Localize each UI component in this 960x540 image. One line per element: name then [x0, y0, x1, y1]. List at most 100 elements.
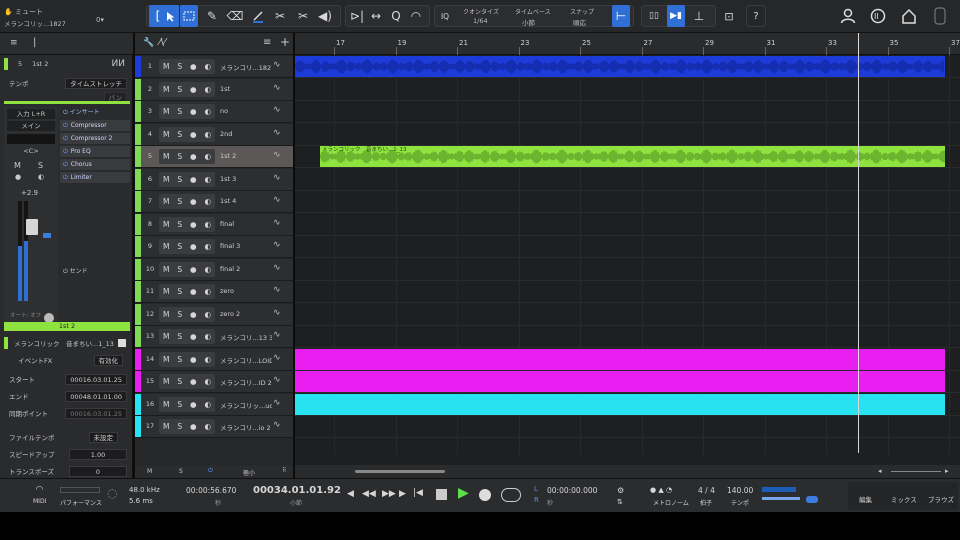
- iq-button[interactable]: IQ: [437, 5, 453, 27]
- track-name[interactable]: final 2: [220, 265, 272, 273]
- track-name[interactable]: メランコリッ...udio: [220, 400, 272, 410]
- sample-rate[interactable]: 48.0 kHz: [129, 486, 160, 494]
- speaker-tool-icon[interactable]: ◀): [316, 5, 334, 27]
- track-monitor-button[interactable]: ◐: [204, 355, 211, 364]
- loop-icon[interactable]: [501, 488, 521, 502]
- track-name[interactable]: 1st 4: [220, 197, 272, 205]
- track-record-button[interactable]: ●: [190, 62, 197, 71]
- listen-tool-icon[interactable]: ◠: [407, 5, 425, 27]
- grid-settings-icon[interactable]: ⊡: [720, 5, 738, 27]
- track-record-button[interactable]: ●: [190, 265, 197, 274]
- user-icon[interactable]: [838, 5, 858, 27]
- track-monitor-button[interactable]: ◐: [204, 62, 211, 71]
- bend-tool-icon[interactable]: ⊳|: [348, 5, 366, 27]
- track-row[interactable]: 3 M S ● ◐ no ∿: [135, 101, 293, 123]
- power-icon[interactable]: ⏻: [63, 109, 68, 116]
- track-lane[interactable]: [295, 124, 960, 146]
- track-solo-button[interactable]: S: [177, 332, 182, 341]
- quantize-value[interactable]: 1/64: [473, 17, 488, 25]
- range-tool-icon[interactable]: [180, 5, 198, 27]
- autoscroll-icon[interactable]: ▶▮: [667, 5, 685, 27]
- home-icon[interactable]: [899, 5, 919, 27]
- track-name[interactable]: メランコリ...io 2: [220, 422, 272, 432]
- track-solo-button[interactable]: S: [177, 85, 182, 94]
- track-row[interactable]: 2 M S ● ◐ 1st ∿: [135, 78, 293, 101]
- record-icon[interactable]: [479, 489, 491, 501]
- tab-edit[interactable]: 編集: [859, 494, 872, 504]
- track-monitor-button[interactable]: ◐: [204, 400, 211, 409]
- paint-tool-icon[interactable]: [249, 5, 267, 27]
- track-solo-button[interactable]: S: [177, 107, 182, 116]
- time-signature[interactable]: 4 / 4: [698, 486, 715, 495]
- eraser-tool-icon[interactable]: ⌫: [226, 5, 244, 27]
- plugin-slot-5[interactable]: ⏻ Limiter: [60, 172, 130, 184]
- snap-toggle-icon[interactable]: ⊢: [612, 5, 630, 27]
- event-fx-toggle[interactable]: 有効化: [93, 354, 123, 366]
- track-record-button[interactable]: ●: [190, 422, 197, 431]
- track-monitor-button[interactable]: ◐: [204, 220, 211, 229]
- track-mute-button[interactable]: M: [163, 332, 169, 341]
- track-record-button[interactable]: ●: [190, 332, 197, 341]
- track-name[interactable]: メランコリ...ID 2: [220, 377, 272, 387]
- track-name[interactable]: final: [220, 220, 272, 228]
- track-solo-button[interactable]: S: [177, 220, 182, 229]
- track-lane[interactable]: [295, 236, 960, 258]
- track-name[interactable]: メランコリ...13 3: [220, 332, 272, 342]
- arrow-tool-icon[interactable]: [161, 5, 179, 27]
- automation-icon[interactable]: ⁄\⁄: [159, 37, 166, 48]
- playhead-follow-icon[interactable]: ⊥: [690, 5, 708, 27]
- track-monitor-button[interactable]: ◐: [204, 130, 211, 139]
- power-icon[interactable]: ⏻: [63, 122, 68, 130]
- power-icon[interactable]: ⏻: [63, 161, 68, 169]
- mute-tool-icon[interactable]: ✂: [271, 5, 289, 27]
- plugin-manager-icon[interactable]: II: [868, 5, 888, 27]
- help-button[interactable]: ?: [746, 5, 766, 27]
- loop-start-time[interactable]: 00:00:00.000: [547, 486, 597, 495]
- playhead-cursor[interactable]: [858, 33, 859, 453]
- footer-mute-all[interactable]: M: [147, 468, 152, 475]
- track-height-select[interactable]: 極小: [243, 468, 255, 477]
- inspector-track-name[interactable]: 1st 2: [32, 60, 48, 68]
- track-mute-button[interactable]: M: [163, 422, 169, 431]
- speedup-field[interactable]: 1.00: [69, 448, 127, 460]
- track-record-button[interactable]: ●: [190, 107, 197, 116]
- power-icon[interactable]: ⏻: [63, 174, 68, 182]
- audio-clip-track5[interactable]: メランコリック 音まちい...1_13: [320, 146, 945, 167]
- track-row[interactable]: 1 M S ● ◐ メランコリ...1827 ∿: [135, 56, 293, 78]
- track-monitor-button[interactable]: ◐: [204, 422, 211, 431]
- track-mute-button[interactable]: M: [163, 152, 169, 161]
- track-record-button[interactable]: ●: [190, 175, 197, 184]
- track-name[interactable]: zero: [220, 287, 272, 295]
- plugin-slot-4[interactable]: ⏻ Chorus: [60, 159, 130, 171]
- track-record-button[interactable]: ●: [190, 242, 197, 251]
- sync-field[interactable]: 00016.03.01.25: [65, 407, 127, 419]
- clip-track14[interactable]: [295, 348, 945, 370]
- track-name[interactable]: no: [220, 107, 272, 115]
- comping-icon[interactable]: ▯▯: [645, 5, 663, 27]
- track-row[interactable]: 12 M S ● ◐ zero 2 ∿: [135, 303, 293, 326]
- track-record-button[interactable]: ●: [190, 287, 197, 296]
- plugin-slot-2[interactable]: ⏻ Compressor 2: [60, 133, 130, 145]
- track-row[interactable]: 6 M S ● ◐ 1st 3 ∿: [135, 168, 293, 191]
- track-solo-button[interactable]: S: [177, 62, 182, 71]
- resize-icon[interactable]: ⠿: [282, 467, 286, 474]
- timeline-ruler[interactable]: 17 19 21 23 25 27 29 31 33 35 37: [295, 33, 960, 55]
- zoom-slider[interactable]: [891, 471, 941, 472]
- power-icon[interactable]: ⏻: [63, 268, 68, 275]
- timebase-value[interactable]: 小節: [522, 17, 535, 27]
- zoom-out-icon[interactable]: ◂: [878, 467, 882, 475]
- track-monitor-button[interactable]: ◐: [204, 107, 211, 116]
- track-solo-button[interactable]: S: [177, 197, 182, 206]
- play-icon[interactable]: ▶: [458, 485, 469, 501]
- track-lane[interactable]: [295, 416, 960, 438]
- track-solo-button[interactable]: S: [177, 175, 182, 184]
- skip-end-icon[interactable]: |◀: [413, 488, 423, 498]
- mute-button[interactable]: M: [14, 161, 21, 170]
- settings-gear-icon[interactable]: ⚙: [617, 486, 624, 495]
- plugin-slot-3[interactable]: ⏻ Pro EQ: [60, 146, 130, 158]
- horizontal-scrollbar[interactable]: [355, 470, 445, 473]
- pencil-tool-icon[interactable]: ✎: [203, 5, 221, 27]
- track-mute-button[interactable]: M: [163, 287, 169, 296]
- track-mute-button[interactable]: M: [163, 130, 169, 139]
- track-record-button[interactable]: ●: [190, 355, 197, 364]
